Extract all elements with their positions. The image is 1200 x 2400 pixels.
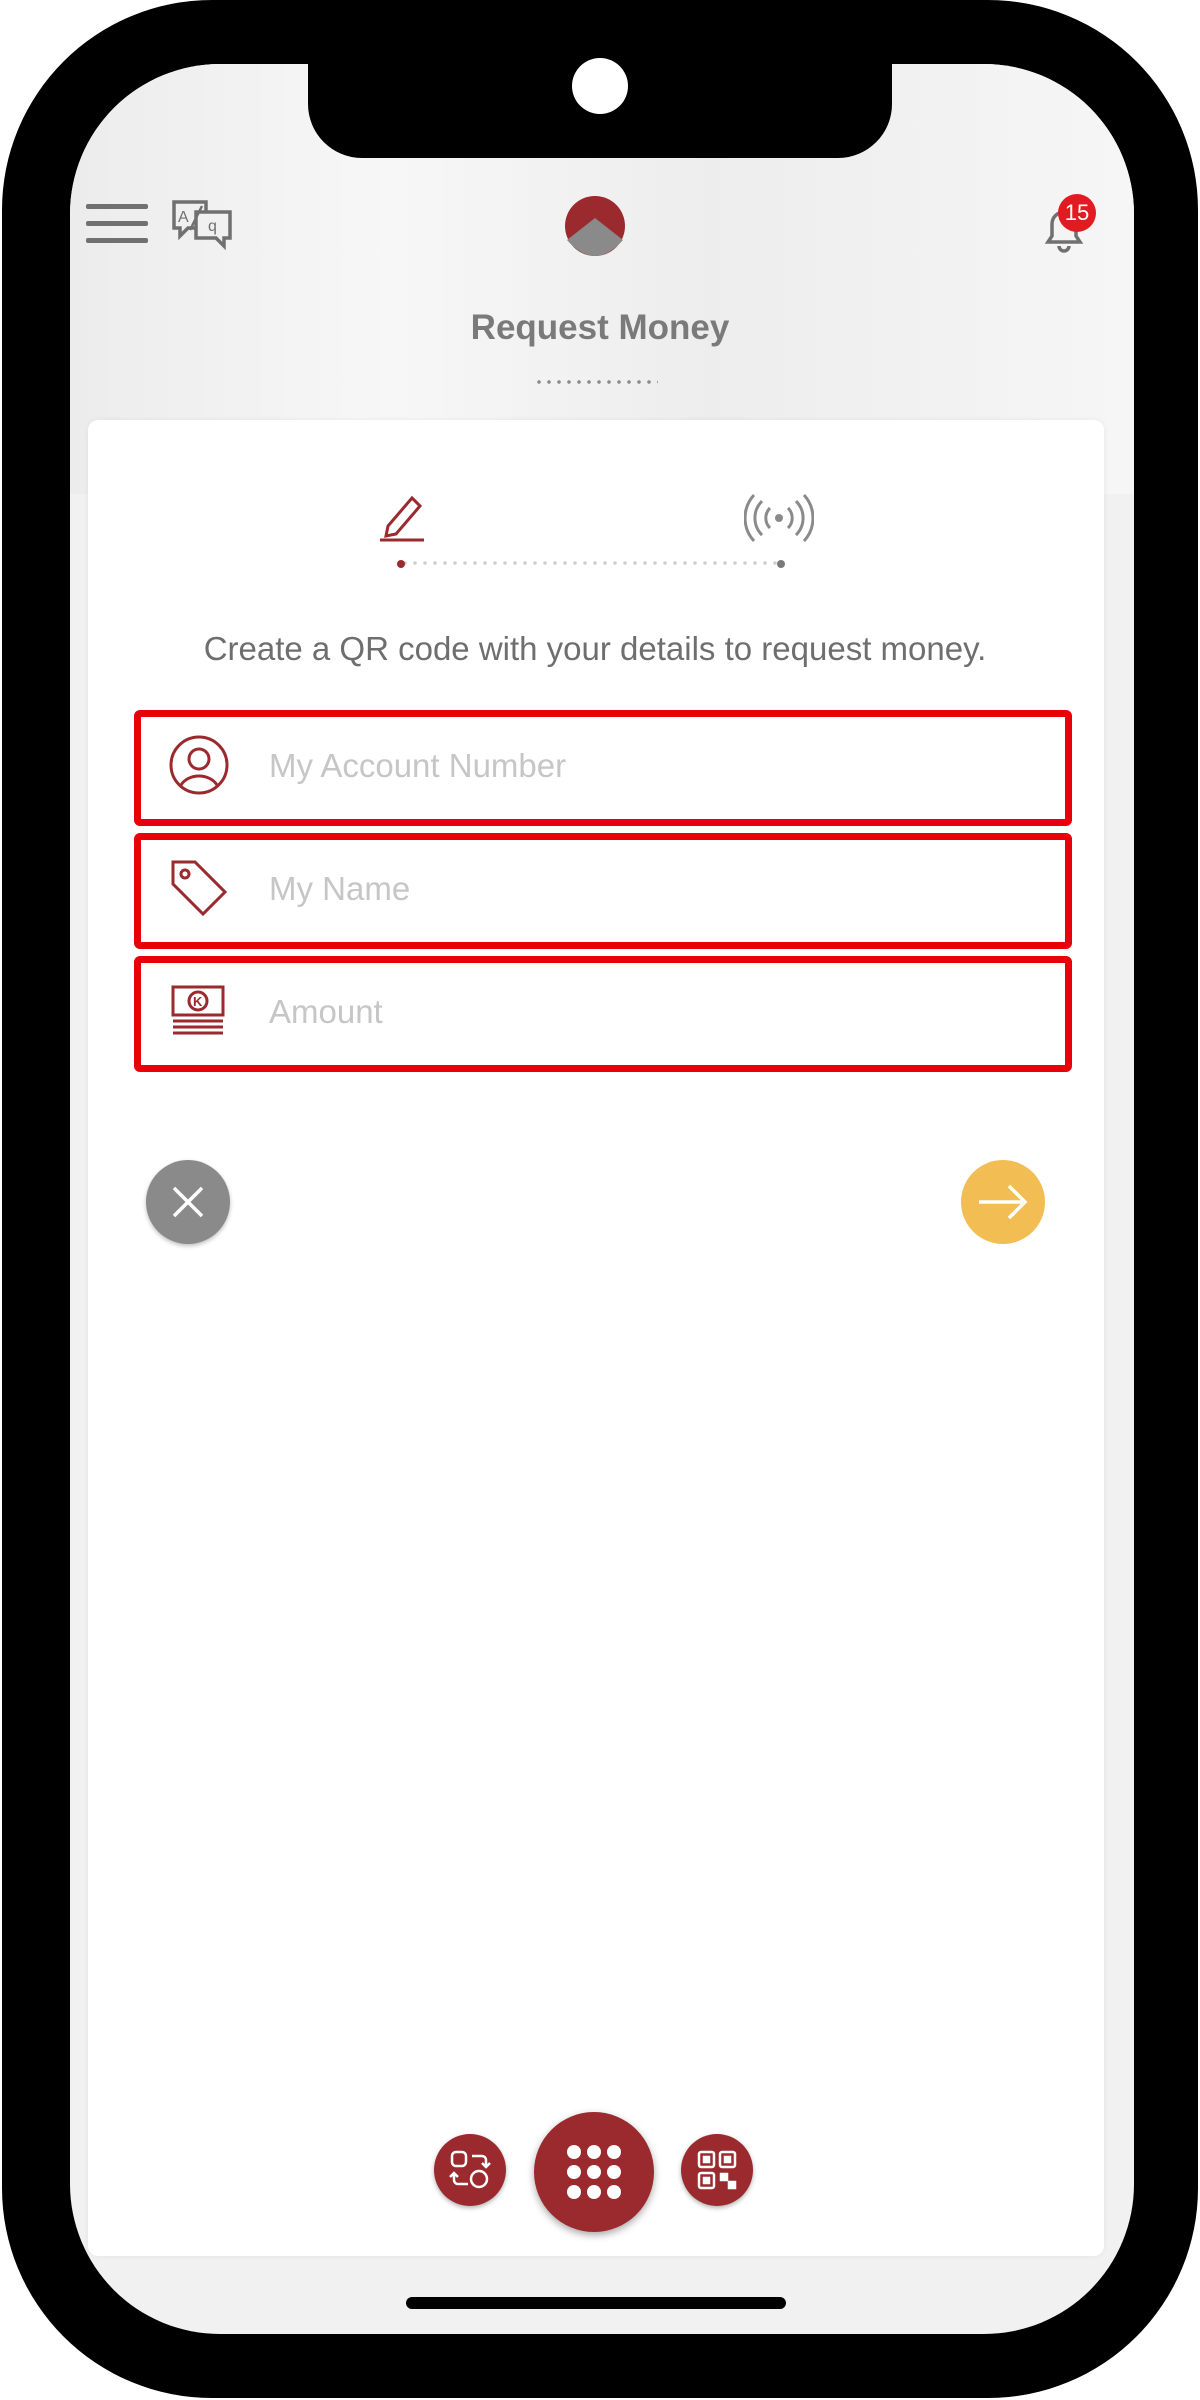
request-card [88, 420, 1104, 2256]
arrow-right-icon [979, 1184, 1028, 1220]
hamburger-menu-icon[interactable] [86, 202, 150, 246]
tag-icon [167, 856, 231, 920]
form-description: Create a QR code with your details to re… [203, 630, 987, 667]
name-field[interactable] [134, 833, 1072, 949]
cancel-button[interactable] [146, 1160, 230, 1244]
notification-badge: 15 [1058, 194, 1096, 232]
account-number-field[interactable] [134, 710, 1072, 826]
amount-field[interactable]: K [134, 956, 1072, 1072]
svg-text:K: K [193, 994, 203, 1009]
home-indicator [406, 2297, 786, 2309]
transfer-button[interactable] [434, 2134, 506, 2206]
step-dot-inactive [777, 560, 785, 568]
transfer-exchange-icon [449, 2150, 491, 2189]
pencil-icon[interactable] [378, 490, 430, 542]
svg-text:A: A [178, 209, 189, 226]
account-number-input[interactable] [269, 737, 1029, 795]
apps-menu-button[interactable] [534, 2112, 654, 2232]
bank-logo [563, 194, 627, 258]
page-title: Request Money [470, 308, 730, 347]
camera-dot [572, 58, 628, 114]
svg-text:q: q [208, 218, 217, 235]
close-icon [172, 1186, 204, 1218]
apps-grid-icon [567, 2145, 621, 2199]
broadcast-icon[interactable] [743, 492, 815, 544]
user-circle-icon [167, 733, 231, 797]
stepper-track [400, 561, 782, 565]
qr-button[interactable] [681, 2134, 753, 2206]
cash-icon: K [167, 979, 231, 1043]
qr-code-icon [697, 2150, 737, 2190]
amount-input[interactable] [269, 983, 1029, 1041]
name-input[interactable] [269, 860, 1029, 918]
title-underline [534, 380, 658, 384]
next-button[interactable] [961, 1160, 1045, 1244]
translate-icon[interactable]: A q [170, 196, 236, 252]
step-dot-active [397, 560, 405, 568]
